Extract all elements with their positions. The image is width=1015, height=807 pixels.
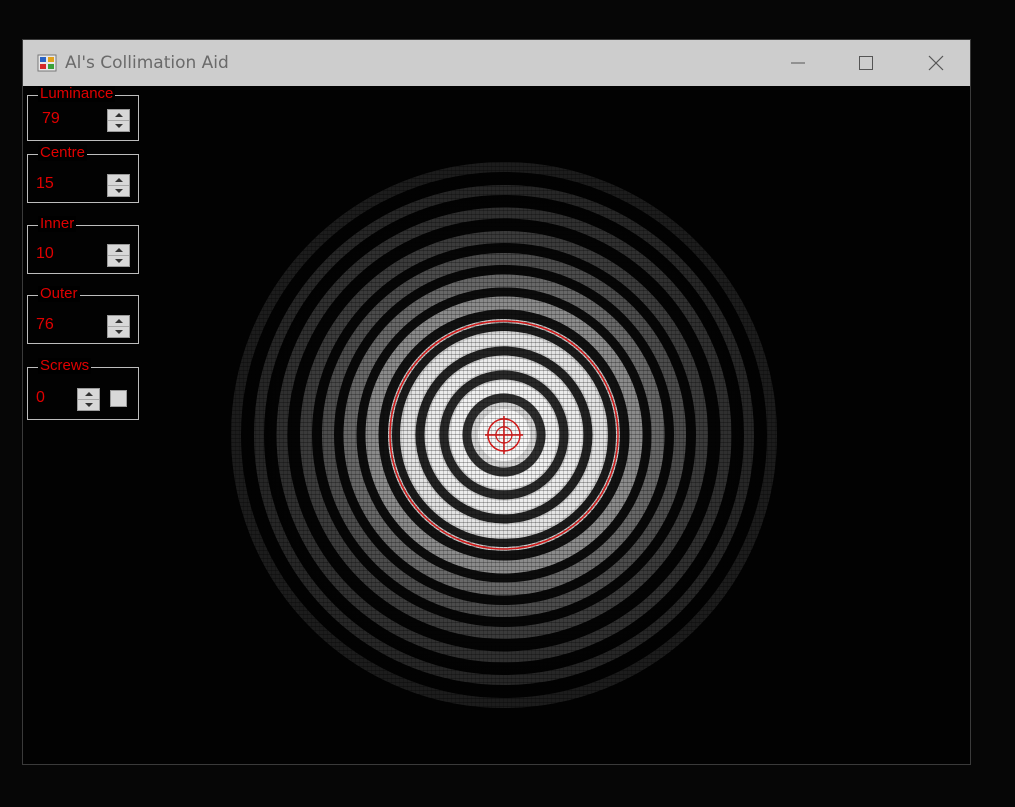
close-icon [928,55,944,71]
centre-value[interactable]: 15 [36,175,54,193]
app-window: Al's Collimation Aid Luminance 79 Centre… [22,39,971,765]
centre-label: Centre [38,144,88,161]
outer-value[interactable]: 76 [36,316,54,334]
screws-group: Screws 0 [27,358,139,420]
spin-down-icon[interactable] [108,256,129,266]
maximize-button[interactable] [831,40,901,86]
spin-down-icon[interactable] [108,121,129,131]
inner-label: Inner [38,215,77,232]
inner-spinner[interactable] [107,244,130,267]
client-area: Luminance 79 Centre 15 Inner 10 Outer 76… [23,86,970,764]
maximize-icon [859,56,873,70]
outer-group: Outer 76 [27,286,139,344]
spin-down-icon[interactable] [108,327,129,337]
spin-up-icon[interactable] [78,389,99,400]
centre-group: Centre 15 [27,145,139,203]
luminance-label: Luminance [38,86,116,102]
screws-value[interactable]: 0 [36,389,45,407]
luminance-value[interactable]: 79 [42,110,60,128]
window-title: Al's Collimation Aid [65,53,229,73]
inner-group: Inner 10 [27,216,139,274]
luminance-group: Luminance 79 [27,86,139,141]
screws-checkbox[interactable] [110,390,127,407]
spin-down-icon[interactable] [108,186,129,196]
centre-spinner[interactable] [107,174,130,197]
outer-spinner[interactable] [107,315,130,338]
close-button[interactable] [901,40,971,86]
inner-value[interactable]: 10 [36,245,54,263]
screws-spinner[interactable] [77,388,100,411]
app-icon [37,54,57,72]
minimize-icon [791,62,805,64]
spin-up-icon[interactable] [108,110,129,121]
spin-up-icon[interactable] [108,316,129,327]
title-bar[interactable]: Al's Collimation Aid [23,40,970,86]
screws-label: Screws [38,357,92,374]
spin-up-icon[interactable] [108,245,129,256]
minimize-button[interactable] [763,40,833,86]
spin-down-icon[interactable] [78,400,99,410]
luminance-spinner[interactable] [107,109,130,132]
star-diffraction-image[interactable] [23,86,970,764]
spin-up-icon[interactable] [108,175,129,186]
outer-label: Outer [38,285,80,302]
